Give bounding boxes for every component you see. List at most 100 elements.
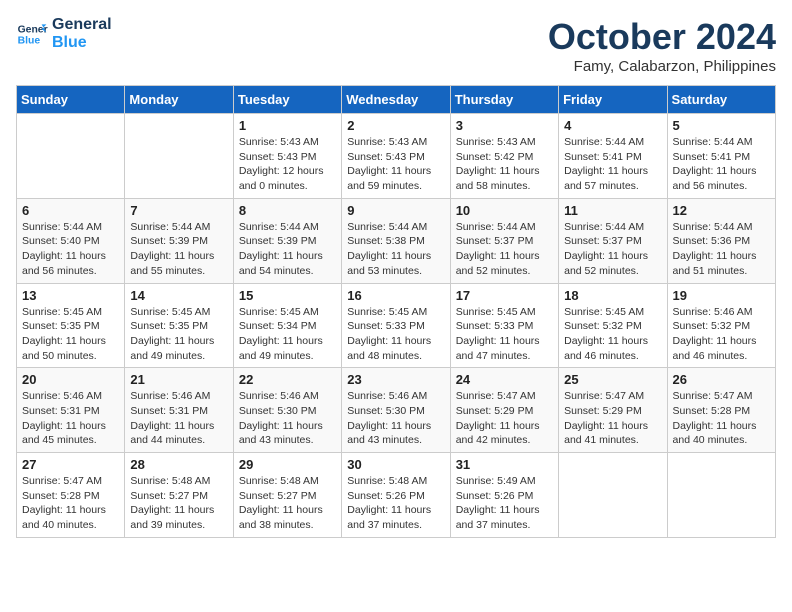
day-number: 22: [239, 372, 336, 387]
title-section: October 2024 Famy, Calabarzon, Philippin…: [548, 16, 776, 75]
day-info: Sunrise: 5:44 AMSunset: 5:39 PMDaylight:…: [130, 220, 227, 279]
day-info: Sunrise: 5:43 AMSunset: 5:42 PMDaylight:…: [456, 135, 553, 194]
calendar-cell: 16 Sunrise: 5:45 AMSunset: 5:33 PMDaylig…: [342, 283, 450, 368]
calendar-cell: 11 Sunrise: 5:44 AMSunset: 5:37 PMDaylig…: [559, 198, 667, 283]
day-number: 12: [673, 203, 770, 218]
day-number: 31: [456, 457, 553, 472]
day-number: 4: [564, 118, 661, 133]
calendar-cell: 15 Sunrise: 5:45 AMSunset: 5:34 PMDaylig…: [233, 283, 341, 368]
day-info: Sunrise: 5:45 AMSunset: 5:34 PMDaylight:…: [239, 305, 336, 364]
page-header: General Blue General Blue October 2024 F…: [16, 16, 776, 75]
header-sunday: Sunday: [17, 86, 125, 114]
calendar-cell: 25 Sunrise: 5:47 AMSunset: 5:29 PMDaylig…: [559, 368, 667, 453]
calendar-cell: 22 Sunrise: 5:46 AMSunset: 5:30 PMDaylig…: [233, 368, 341, 453]
day-number: 27: [22, 457, 119, 472]
day-info: Sunrise: 5:45 AMSunset: 5:35 PMDaylight:…: [22, 305, 119, 364]
calendar-cell: 9 Sunrise: 5:44 AMSunset: 5:38 PMDayligh…: [342, 198, 450, 283]
day-number: 18: [564, 288, 661, 303]
day-number: 26: [673, 372, 770, 387]
day-info: Sunrise: 5:44 AMSunset: 5:37 PMDaylight:…: [456, 220, 553, 279]
calendar-cell: [667, 453, 775, 538]
day-info: Sunrise: 5:47 AMSunset: 5:29 PMDaylight:…: [456, 389, 553, 448]
day-info: Sunrise: 5:45 AMSunset: 5:33 PMDaylight:…: [347, 305, 444, 364]
day-info: Sunrise: 5:44 AMSunset: 5:36 PMDaylight:…: [673, 220, 770, 279]
day-number: 29: [239, 457, 336, 472]
day-number: 21: [130, 372, 227, 387]
day-info: Sunrise: 5:48 AMSunset: 5:27 PMDaylight:…: [239, 474, 336, 533]
calendar-cell: 19 Sunrise: 5:46 AMSunset: 5:32 PMDaylig…: [667, 283, 775, 368]
logo-general: General: [52, 16, 112, 34]
day-number: 13: [22, 288, 119, 303]
day-info: Sunrise: 5:46 AMSunset: 5:30 PMDaylight:…: [239, 389, 336, 448]
day-number: 28: [130, 457, 227, 472]
header-monday: Monday: [125, 86, 233, 114]
day-number: 25: [564, 372, 661, 387]
calendar-cell: [17, 114, 125, 199]
logo-blue: Blue: [52, 34, 112, 52]
svg-text:Blue: Blue: [18, 35, 41, 46]
calendar-cell: 24 Sunrise: 5:47 AMSunset: 5:29 PMDaylig…: [450, 368, 558, 453]
calendar-week-5: 27 Sunrise: 5:47 AMSunset: 5:28 PMDaylig…: [17, 453, 776, 538]
day-number: 19: [673, 288, 770, 303]
header-tuesday: Tuesday: [233, 86, 341, 114]
day-info: Sunrise: 5:49 AMSunset: 5:26 PMDaylight:…: [456, 474, 553, 533]
calendar-cell: 29 Sunrise: 5:48 AMSunset: 5:27 PMDaylig…: [233, 453, 341, 538]
location: Famy, Calabarzon, Philippines: [548, 58, 776, 75]
day-number: 3: [456, 118, 553, 133]
day-number: 24: [456, 372, 553, 387]
day-number: 20: [22, 372, 119, 387]
day-number: 7: [130, 203, 227, 218]
calendar-cell: 13 Sunrise: 5:45 AMSunset: 5:35 PMDaylig…: [17, 283, 125, 368]
day-info: Sunrise: 5:44 AMSunset: 5:40 PMDaylight:…: [22, 220, 119, 279]
calendar-header-row: SundayMondayTuesdayWednesdayThursdayFrid…: [17, 86, 776, 114]
day-number: 17: [456, 288, 553, 303]
calendar-cell: 20 Sunrise: 5:46 AMSunset: 5:31 PMDaylig…: [17, 368, 125, 453]
day-info: Sunrise: 5:45 AMSunset: 5:32 PMDaylight:…: [564, 305, 661, 364]
calendar-cell: 23 Sunrise: 5:46 AMSunset: 5:30 PMDaylig…: [342, 368, 450, 453]
calendar-cell: 7 Sunrise: 5:44 AMSunset: 5:39 PMDayligh…: [125, 198, 233, 283]
header-thursday: Thursday: [450, 86, 558, 114]
calendar-cell: 14 Sunrise: 5:45 AMSunset: 5:35 PMDaylig…: [125, 283, 233, 368]
day-info: Sunrise: 5:45 AMSunset: 5:33 PMDaylight:…: [456, 305, 553, 364]
day-info: Sunrise: 5:46 AMSunset: 5:31 PMDaylight:…: [22, 389, 119, 448]
day-number: 6: [22, 203, 119, 218]
header-friday: Friday: [559, 86, 667, 114]
day-number: 11: [564, 203, 661, 218]
day-number: 16: [347, 288, 444, 303]
day-number: 30: [347, 457, 444, 472]
calendar-week-3: 13 Sunrise: 5:45 AMSunset: 5:35 PMDaylig…: [17, 283, 776, 368]
day-info: Sunrise: 5:48 AMSunset: 5:26 PMDaylight:…: [347, 474, 444, 533]
calendar-cell: 31 Sunrise: 5:49 AMSunset: 5:26 PMDaylig…: [450, 453, 558, 538]
calendar-cell: 28 Sunrise: 5:48 AMSunset: 5:27 PMDaylig…: [125, 453, 233, 538]
logo: General Blue General Blue: [16, 16, 112, 51]
day-number: 2: [347, 118, 444, 133]
calendar-cell: 21 Sunrise: 5:46 AMSunset: 5:31 PMDaylig…: [125, 368, 233, 453]
calendar-week-4: 20 Sunrise: 5:46 AMSunset: 5:31 PMDaylig…: [17, 368, 776, 453]
calendar-cell: 17 Sunrise: 5:45 AMSunset: 5:33 PMDaylig…: [450, 283, 558, 368]
day-info: Sunrise: 5:43 AMSunset: 5:43 PMDaylight:…: [239, 135, 336, 194]
day-info: Sunrise: 5:45 AMSunset: 5:35 PMDaylight:…: [130, 305, 227, 364]
calendar-cell: 10 Sunrise: 5:44 AMSunset: 5:37 PMDaylig…: [450, 198, 558, 283]
day-number: 10: [456, 203, 553, 218]
calendar-week-2: 6 Sunrise: 5:44 AMSunset: 5:40 PMDayligh…: [17, 198, 776, 283]
day-info: Sunrise: 5:44 AMSunset: 5:38 PMDaylight:…: [347, 220, 444, 279]
day-info: Sunrise: 5:47 AMSunset: 5:29 PMDaylight:…: [564, 389, 661, 448]
calendar-cell: 26 Sunrise: 5:47 AMSunset: 5:28 PMDaylig…: [667, 368, 775, 453]
calendar-cell: 5 Sunrise: 5:44 AMSunset: 5:41 PMDayligh…: [667, 114, 775, 199]
calendar-cell: [559, 453, 667, 538]
calendar-cell: 2 Sunrise: 5:43 AMSunset: 5:43 PMDayligh…: [342, 114, 450, 199]
day-info: Sunrise: 5:43 AMSunset: 5:43 PMDaylight:…: [347, 135, 444, 194]
calendar-cell: 18 Sunrise: 5:45 AMSunset: 5:32 PMDaylig…: [559, 283, 667, 368]
calendar-cell: 27 Sunrise: 5:47 AMSunset: 5:28 PMDaylig…: [17, 453, 125, 538]
calendar-cell: 1 Sunrise: 5:43 AMSunset: 5:43 PMDayligh…: [233, 114, 341, 199]
day-number: 1: [239, 118, 336, 133]
day-info: Sunrise: 5:44 AMSunset: 5:41 PMDaylight:…: [564, 135, 661, 194]
day-info: Sunrise: 5:44 AMSunset: 5:37 PMDaylight:…: [564, 220, 661, 279]
day-number: 23: [347, 372, 444, 387]
day-number: 5: [673, 118, 770, 133]
day-info: Sunrise: 5:44 AMSunset: 5:39 PMDaylight:…: [239, 220, 336, 279]
calendar-cell: 12 Sunrise: 5:44 AMSunset: 5:36 PMDaylig…: [667, 198, 775, 283]
header-saturday: Saturday: [667, 86, 775, 114]
calendar-cell: [125, 114, 233, 199]
calendar-cell: 3 Sunrise: 5:43 AMSunset: 5:42 PMDayligh…: [450, 114, 558, 199]
